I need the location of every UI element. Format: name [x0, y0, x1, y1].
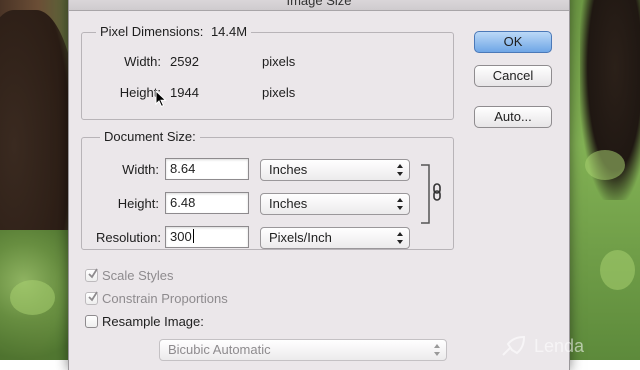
pixel-height-label: Height:	[119, 85, 161, 100]
resample-image-checkbox[interactable]	[85, 315, 98, 328]
chain-link-icon	[421, 164, 441, 224]
doc-height-input[interactable]: 6.48	[165, 192, 249, 214]
checkmark-icon	[88, 291, 98, 302]
dialog-titlebar: Image Size	[69, 0, 569, 11]
doc-width-unit-select[interactable]: Inches	[260, 159, 410, 181]
doc-height-unit-value: Inches	[269, 196, 308, 211]
watermark-text: Lenda	[534, 336, 585, 356]
rocket-icon	[502, 336, 526, 356]
document-size-legend: Document Size:	[100, 129, 200, 144]
mouse-cursor-icon	[155, 90, 167, 108]
dialog-title: Image Size	[286, 0, 352, 8]
ok-button[interactable]: OK	[474, 31, 552, 53]
pixel-dimensions-size: 14.4M	[210, 24, 248, 39]
foliage-patch	[600, 250, 635, 290]
doc-height-unit-select[interactable]: Inches	[260, 193, 410, 215]
checkmark-icon	[88, 268, 98, 279]
pixel-width-value: 2592	[170, 54, 199, 69]
pixel-width-unit: pixels	[262, 54, 296, 69]
pixel-dimensions-label: Pixel Dimensions:	[100, 24, 204, 39]
scale-styles-checkbox[interactable]	[85, 268, 98, 282]
auto-button[interactable]: Auto...	[474, 106, 552, 128]
doc-height-label: Height:	[117, 196, 159, 211]
resolution-label: Resolution:	[95, 230, 161, 245]
foliage-patch	[10, 280, 55, 315]
resolution-unit-value: Pixels/Inch	[269, 230, 332, 245]
select-arrows-icon	[397, 164, 403, 176]
resample-method-select[interactable]: Bicubic Automatic	[159, 339, 447, 361]
pixel-height-unit: pixels	[262, 85, 296, 100]
pixel-dimensions-group	[81, 32, 454, 120]
doc-width-unit-value: Inches	[269, 162, 308, 177]
resolution-value: 300	[170, 229, 192, 244]
resample-image-label: Resample Image:	[102, 314, 204, 329]
pixel-height-value: 1944	[170, 85, 199, 100]
image-size-dialog: Image Size Pixel Dimensions: 14.4M Width…	[68, 0, 570, 370]
select-arrows-icon	[397, 198, 403, 210]
foliage-patch	[585, 150, 625, 180]
scale-styles-label: Scale Styles	[102, 268, 174, 283]
doc-width-label: Width:	[122, 162, 159, 177]
lynda-watermark: Lenda	[500, 334, 640, 360]
constrain-proportions-label: Constrain Proportions	[102, 291, 228, 306]
resolution-unit-select[interactable]: Pixels/Inch	[260, 227, 410, 249]
text-caret	[192, 229, 194, 243]
constrain-proportions-checkbox[interactable]	[85, 291, 98, 305]
select-arrows-icon	[434, 344, 440, 356]
pixel-width-label: Width:	[124, 54, 161, 69]
doc-width-input[interactable]: 8.64	[165, 158, 249, 180]
cancel-button[interactable]: Cancel	[474, 65, 552, 87]
select-arrows-icon	[397, 232, 403, 244]
resample-method-value: Bicubic Automatic	[168, 342, 271, 357]
pixel-dimensions-legend: Pixel Dimensions: 14.4M	[96, 24, 252, 39]
resolution-input[interactable]: 300	[165, 226, 249, 248]
